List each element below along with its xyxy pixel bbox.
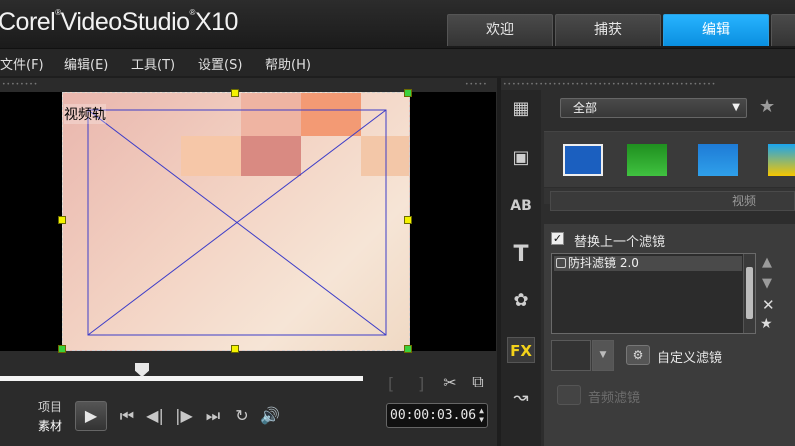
mark-in-button[interactable]: [	[388, 374, 394, 393]
repeat-icon[interactable]: ↻	[231, 406, 253, 425]
path-icon[interactable]: ↝	[507, 385, 535, 411]
title-bar: Corel®VideoStudio®X10 欢迎 捕获 编辑	[0, 0, 795, 48]
replace-filter-checkbox[interactable]: ✓	[551, 232, 564, 245]
enlarge-preview-icon[interactable]: ⧉	[468, 372, 488, 392]
brand-prefix: Corel	[0, 8, 56, 36]
graphic-icon[interactable]: ✿	[507, 288, 535, 314]
chevron-down-icon: ▼	[732, 102, 740, 113]
tab-edit[interactable]: 编辑	[663, 14, 769, 46]
resize-handle-right[interactable]	[404, 216, 412, 224]
menu-edit[interactable]: 编辑(E)	[64, 54, 108, 73]
add-to-favorites-icon[interactable]: ★	[760, 316, 773, 332]
split-clip-icon[interactable]: ✂	[440, 373, 460, 392]
text-icon[interactable]: T	[507, 242, 535, 268]
remove-filter-icon[interactable]: ✕	[762, 296, 775, 314]
audio-filter-label: 音频滤镜	[588, 391, 641, 406]
next-frame-icon[interactable]: |▶	[173, 406, 195, 425]
filter-eye-icon[interactable]	[556, 258, 566, 268]
timecode-display[interactable]: 00:00:03.06 ▲ ▼	[386, 403, 488, 428]
timecode-spinner-icon[interactable]: ▲ ▼	[479, 406, 484, 424]
home-icon[interactable]: ⏮	[116, 406, 138, 426]
preset-dropdown-icon[interactable]: ▼	[592, 340, 614, 371]
custom-filter-icon[interactable]: ⚙	[626, 345, 650, 365]
mark-out-button[interactable]: ]	[418, 374, 424, 393]
player-panel: •••••••• ••••• 视频轨 [] ✂ ⧉ 项目 素材 ▶ ⏮ ◀| …	[0, 78, 497, 446]
library-sidebar: ▦ ▣ AB T ✿ FX ↝	[501, 90, 541, 446]
timecode-value: 00:00:03.06	[390, 408, 477, 423]
preset-box[interactable]	[551, 340, 591, 371]
media-icon[interactable]: ▦	[507, 96, 535, 122]
category-dropdown[interactable]: 全部 ▼	[560, 98, 747, 118]
resize-handle-left[interactable]	[58, 216, 66, 224]
fx-filter-icon[interactable]: FX	[507, 337, 535, 363]
resize-handle-top-right[interactable]	[404, 89, 412, 97]
preview-window[interactable]: 视频轨	[0, 89, 496, 353]
menu-bar: 文件(F) 编辑(E) 工具(T) 设置(S) 帮助(H)	[0, 48, 795, 76]
tab-welcome[interactable]: 欢迎	[447, 14, 553, 46]
move-up-icon[interactable]: ▲	[762, 255, 772, 270]
app-window: Corel®VideoStudio®X10 欢迎 捕获 编辑 文件(F) 编辑(…	[0, 0, 795, 446]
section-label: 视频	[731, 194, 756, 208]
clip-mode-label[interactable]: 素材	[38, 417, 62, 434]
app-logo: Corel®VideoStudio®X10	[0, 8, 238, 36]
applied-filter-list[interactable]: 防抖滤镜 2.0	[551, 253, 756, 334]
applied-filter-label: 防抖滤镜 2.0	[568, 256, 639, 270]
library-grip[interactable]: ••••••••••••••••••••••••••••••••••••••••…	[503, 81, 716, 88]
preview-canvas[interactable]	[62, 92, 410, 351]
brand-name: VideoStudio	[60, 8, 190, 36]
volume-icon[interactable]: 🔊	[259, 406, 281, 425]
filter-thumbnail[interactable]	[698, 144, 738, 176]
filter-list-scrollbar[interactable]	[743, 254, 755, 333]
panel-grip[interactable]: ••••••••	[2, 81, 38, 88]
menu-settings[interactable]: 设置(S)	[198, 54, 242, 73]
placeholder-cross	[87, 109, 387, 336]
resize-handle-top[interactable]	[231, 89, 239, 97]
play-button[interactable]: ▶	[75, 401, 107, 431]
brand-version: X10	[194, 8, 238, 36]
title-icon[interactable]: AB	[507, 193, 535, 219]
section-bar: 视频	[550, 191, 795, 211]
scrubber-knob[interactable]	[135, 363, 149, 377]
menu-file[interactable]: 文件(F)	[0, 54, 44, 73]
audio-filter-icon	[557, 385, 581, 405]
track-label: 视频轨	[64, 104, 106, 124]
end-icon[interactable]: ⏭	[202, 406, 224, 426]
resize-handle-bottom[interactable]	[231, 345, 239, 353]
resize-handle-bottom-right[interactable]	[404, 345, 412, 353]
menu-tools[interactable]: 工具(T)	[131, 54, 175, 73]
add-favorite-icon[interactable]: ★	[759, 96, 775, 117]
filter-thumbnail[interactable]	[627, 144, 667, 176]
menu-help[interactable]: 帮助(H)	[265, 54, 311, 73]
filter-thumbnails	[544, 131, 795, 187]
category-value: 全部	[573, 101, 598, 115]
filter-thumbnail[interactable]	[563, 144, 603, 176]
scroll-thumb[interactable]	[746, 267, 753, 319]
instant-project-icon[interactable]: ▣	[507, 145, 535, 171]
resize-handle-bottom-left[interactable]	[58, 345, 66, 353]
scrub-bar[interactable]	[0, 376, 363, 381]
applied-filter-item[interactable]: 防抖滤镜 2.0	[554, 256, 742, 271]
tab-capture[interactable]: 捕获	[555, 14, 661, 46]
previous-frame-icon[interactable]: ◀|	[144, 406, 166, 425]
move-down-icon[interactable]: ▼	[762, 276, 772, 291]
custom-filter-label[interactable]: 自定义滤镜	[657, 347, 722, 366]
panel-grip-right[interactable]: •••••	[465, 81, 488, 88]
replace-filter-label: 替换上一个滤镜	[574, 235, 666, 250]
project-mode-label[interactable]: 项目	[38, 398, 62, 415]
tab-share[interactable]	[771, 14, 795, 46]
filter-thumbnail[interactable]	[768, 144, 795, 176]
